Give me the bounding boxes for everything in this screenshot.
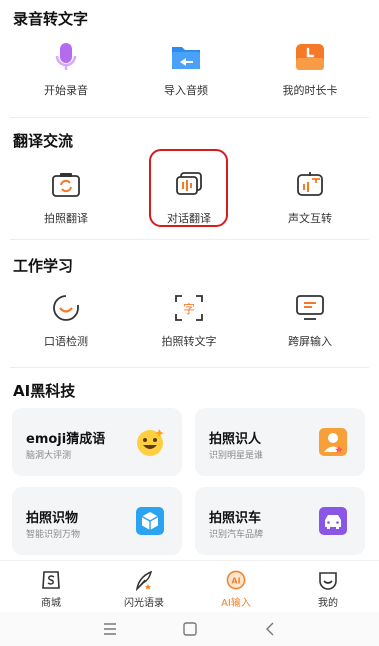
store-icon	[42, 571, 60, 589]
emoji-face-icon	[137, 429, 164, 456]
nav-label: 闪光语录	[124, 598, 164, 609]
nav-ai-input[interactable]: AI AI输入	[198, 569, 274, 609]
nav-flash-quotes[interactable]: 闪光语录	[106, 569, 182, 609]
svg-text:字: 字	[183, 301, 195, 316]
divider	[10, 117, 369, 118]
card-title: 拍照识车	[209, 511, 262, 526]
duration-card-icon	[296, 44, 324, 70]
card-object-recognition[interactable]: 拍照识物 智能识别万物	[12, 487, 182, 555]
photo-to-text-button[interactable]: 字 拍照转文字	[134, 293, 244, 349]
menu-icon[interactable]	[101, 620, 119, 638]
card-car-recognition[interactable]: 拍照识车 识别汽车品牌	[195, 487, 365, 555]
voice-text-convert-button[interactable]: 声文互转	[255, 170, 365, 226]
card-subtitle: 识别明星是谁	[209, 451, 264, 461]
nav-label: 商城	[41, 598, 61, 609]
object-id-icon	[136, 507, 164, 535]
speaking-check-label: 口语检测	[44, 335, 88, 348]
cross-screen-input-label: 跨屏输入	[288, 335, 332, 348]
start-recording-label: 开始录音	[44, 84, 88, 97]
card-title: 拍照识人	[209, 432, 262, 447]
selection-highlight	[149, 149, 228, 227]
card-subtitle: 脑洞大评测	[26, 451, 72, 461]
section-title-translate: 翻译交流	[13, 132, 74, 150]
section-title-ai: AI黑科技	[13, 382, 76, 400]
car-id-icon	[319, 507, 347, 535]
nav-profile[interactable]: 我的	[290, 569, 366, 609]
nav-store[interactable]: 商城	[13, 569, 89, 609]
quote-feather-icon	[135, 570, 153, 591]
voice-text-convert-label: 声文互转	[288, 212, 332, 225]
photo-translate-label: 拍照翻译	[44, 212, 88, 225]
import-folder-icon	[172, 47, 200, 69]
cross-screen-input-icon	[296, 295, 324, 320]
speaking-check-icon	[53, 295, 79, 321]
ai-input-icon: AI	[226, 570, 246, 590]
card-title: 拍照识物	[26, 511, 79, 526]
card-subtitle: 识别汽车品牌	[209, 530, 264, 540]
import-audio-button[interactable]: 导入音频	[131, 42, 241, 98]
home-square-icon[interactable]	[181, 620, 199, 638]
speaking-check-button[interactable]: 口语检测	[11, 293, 121, 349]
profile-icon	[319, 572, 337, 590]
import-audio-label: 导入音频	[164, 84, 208, 97]
card-emoji-idiom[interactable]: emoji猜成语 脑洞大评测	[12, 408, 182, 476]
duration-card-label: 我的时长卡	[282, 84, 338, 97]
voice-text-convert-icon	[297, 172, 323, 196]
photo-to-text-label: 拍照转文字	[161, 335, 217, 348]
back-chevron-icon[interactable]	[262, 620, 280, 638]
photo-translate-icon	[52, 173, 80, 197]
photo-to-text-icon: 字	[175, 295, 203, 321]
person-id-icon	[319, 428, 347, 456]
section-title-recording: 录音转文字	[13, 10, 89, 28]
photo-translate-button[interactable]: 拍照翻译	[11, 170, 121, 226]
card-title: emoji猜成语	[26, 432, 106, 447]
divider	[10, 367, 369, 368]
start-recording-button[interactable]: 开始录音	[11, 42, 121, 98]
system-nav-bar	[0, 612, 379, 646]
card-person-recognition[interactable]: 拍照识人 识别明星是谁	[195, 408, 365, 476]
bottom-nav: 商城 闪光语录 AI AI输入 我的	[0, 560, 379, 612]
microphone-icon	[55, 43, 77, 70]
divider	[10, 239, 369, 240]
nav-label: AI输入	[221, 598, 251, 609]
svg-text:AI: AI	[231, 577, 240, 586]
card-subtitle: 智能识别万物	[26, 530, 81, 540]
duration-card-button[interactable]: 我的时长卡	[255, 42, 365, 98]
section-title-work: 工作学习	[13, 257, 74, 275]
cross-screen-input-button[interactable]: 跨屏输入	[255, 293, 365, 349]
nav-label: 我的	[318, 598, 338, 609]
